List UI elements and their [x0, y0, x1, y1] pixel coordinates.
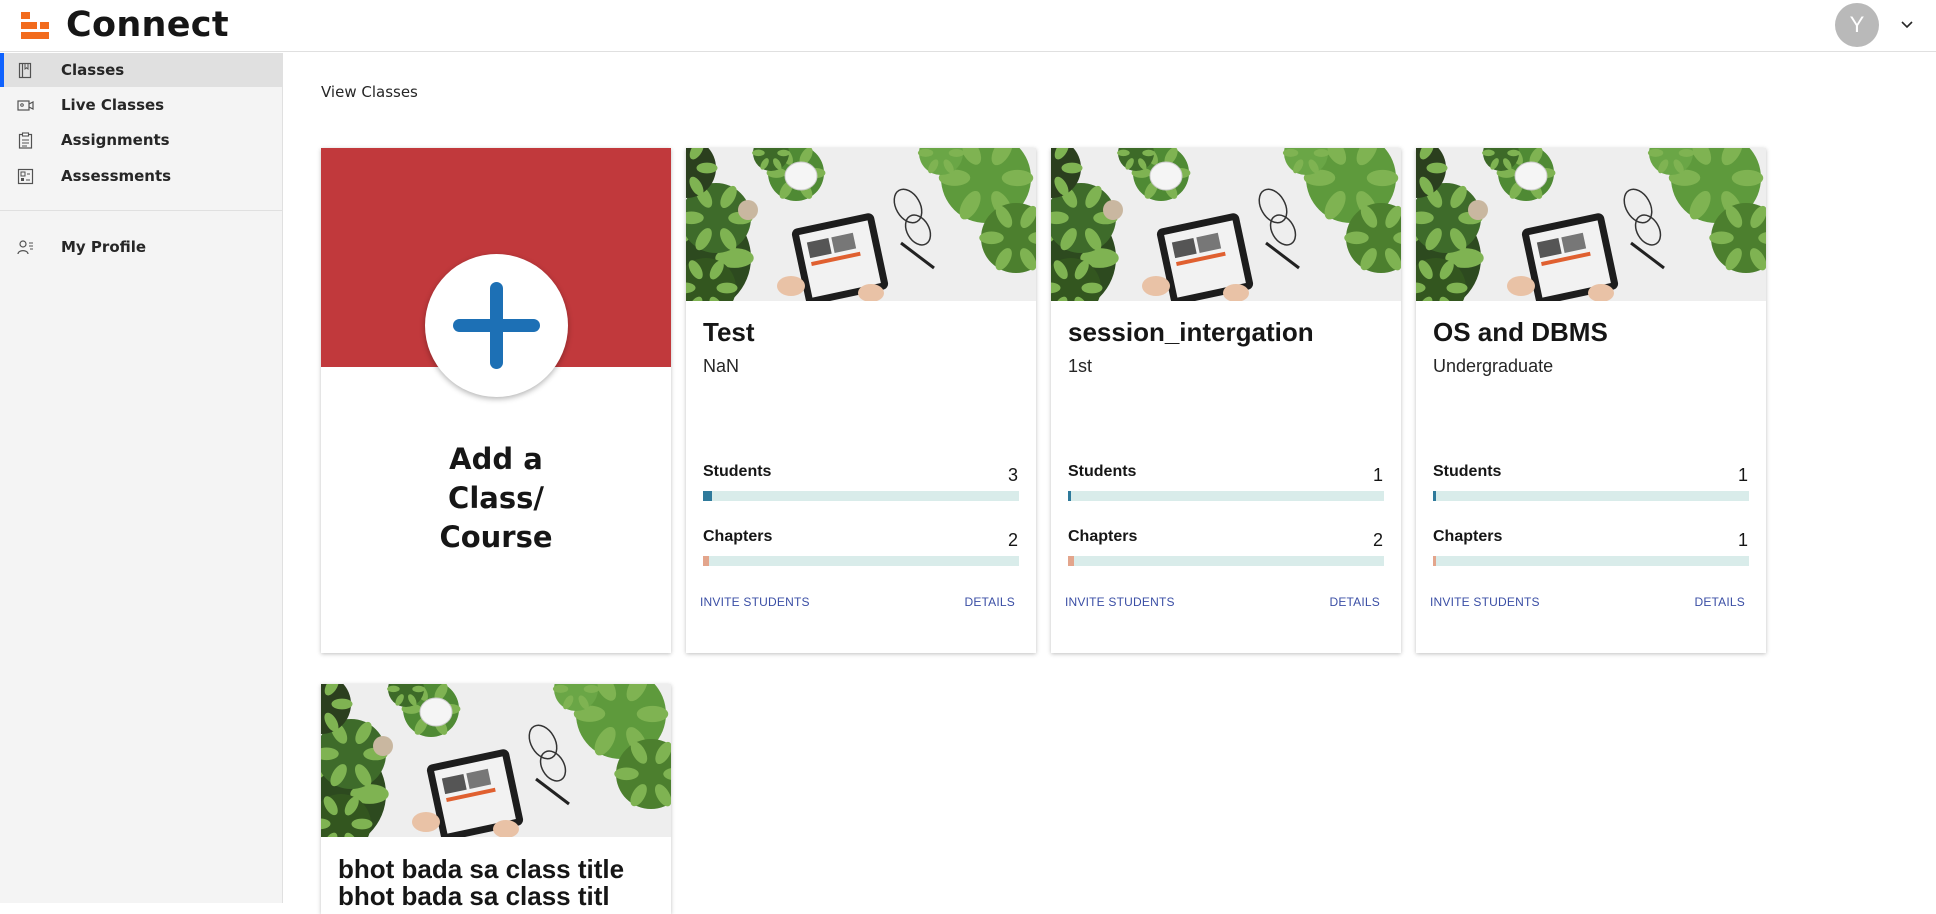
clipboard-icon [17, 132, 34, 149]
add-class-label-line: Class/ [321, 479, 671, 518]
class-cover-image [1051, 148, 1401, 301]
sidebar-item-label: Classes [61, 61, 124, 79]
assessment-icon [17, 168, 34, 185]
chapters-progress-fill [1068, 556, 1074, 566]
chapters-label: Chapters [1433, 528, 1502, 546]
invite-students-button[interactable]: INVITE STUDENTS [700, 595, 810, 609]
user-avatar[interactable]: Y [1835, 3, 1879, 47]
chapters-label: Chapters [1068, 528, 1137, 546]
students-progress-bar [1433, 491, 1749, 501]
class-card[interactable]: session_intergation 1st Students 1 Chapt… [1051, 148, 1401, 653]
students-count: 1 [1738, 465, 1748, 486]
details-button[interactable]: DETAILS [1694, 595, 1745, 609]
page-title: View Classes [321, 83, 418, 101]
students-progress-fill [703, 491, 712, 501]
class-subtitle: 1st [1068, 356, 1092, 377]
class-cover-image [686, 148, 1036, 301]
sidebar-item-live-classes[interactable]: Live Classes [0, 88, 282, 122]
invite-students-button[interactable]: INVITE STUDENTS [1430, 595, 1540, 609]
invite-students-button[interactable]: INVITE STUDENTS [1065, 595, 1175, 609]
sidebar-item-label: My Profile [61, 238, 146, 256]
app-header: Connect Y [0, 0, 1936, 52]
students-label: Students [1068, 463, 1136, 481]
sidebar-item-assessments[interactable]: Assessments [0, 159, 282, 193]
sidebar-item-label: Assessments [61, 167, 171, 185]
chapters-progress-fill [703, 556, 709, 566]
add-class-label-line: Course [321, 518, 671, 557]
sidebar-item-classes[interactable]: Classes [0, 53, 282, 87]
sidebar-item-my-profile[interactable]: My Profile [0, 230, 282, 264]
chapters-count: 1 [1738, 530, 1748, 551]
class-card[interactable]: Test NaN Students 3 Chapters 2 INVITE ST… [686, 148, 1036, 653]
class-title[interactable]: session_intergation [1068, 317, 1314, 348]
chapters-progress-bar [1433, 556, 1749, 566]
chapters-progress-fill [1433, 556, 1436, 566]
chapters-count: 2 [1373, 530, 1383, 551]
class-cover-image [321, 684, 671, 837]
chevron-down-icon[interactable] [1898, 16, 1916, 34]
details-button[interactable]: DETAILS [964, 595, 1015, 609]
sidebar-divider [0, 210, 282, 211]
class-card[interactable]: OS and DBMS Undergraduate Students 1 Cha… [1416, 148, 1766, 653]
students-progress-fill [1433, 491, 1436, 501]
app-title[interactable]: Connect [66, 5, 229, 45]
chapters-label: Chapters [703, 528, 772, 546]
students-progress-bar [703, 491, 1019, 501]
students-label: Students [703, 463, 771, 481]
sidebar: Classes Live Classes Assignments Assessm… [0, 53, 283, 903]
logo-icon[interactable] [21, 12, 49, 39]
book-icon [17, 62, 34, 79]
class-card[interactable]: bhot bada sa class title bhot bada sa cl… [321, 684, 671, 914]
students-label: Students [1433, 463, 1501, 481]
students-progress-bar [1068, 491, 1384, 501]
sidebar-item-assignments[interactable]: Assignments [0, 123, 282, 157]
chapters-count: 2 [1008, 530, 1018, 551]
chapters-progress-bar [703, 556, 1019, 566]
add-class-label-line: Add a [321, 440, 671, 479]
students-count: 1 [1373, 465, 1383, 486]
students-progress-fill [1068, 491, 1071, 501]
details-button[interactable]: DETAILS [1329, 595, 1380, 609]
sidebar-item-label: Assignments [61, 131, 170, 149]
chapters-progress-bar [1068, 556, 1384, 566]
class-title[interactable]: Test [703, 317, 755, 348]
add-class-label: Add a Class/ Course [321, 440, 671, 557]
class-title[interactable]: bhot bada sa class title bhot bada sa cl… [338, 856, 658, 910]
class-subtitle: Undergraduate [1433, 356, 1553, 377]
add-class-button[interactable] [425, 254, 568, 397]
add-class-card[interactable]: Add a Class/ Course [321, 148, 671, 653]
user-list-icon [17, 239, 34, 256]
video-icon [17, 97, 34, 114]
class-subtitle: NaN [703, 356, 739, 377]
class-cover-image [1416, 148, 1766, 301]
class-title[interactable]: OS and DBMS [1433, 317, 1608, 348]
sidebar-item-label: Live Classes [61, 96, 164, 114]
students-count: 3 [1008, 465, 1018, 486]
plus-icon [451, 280, 542, 371]
